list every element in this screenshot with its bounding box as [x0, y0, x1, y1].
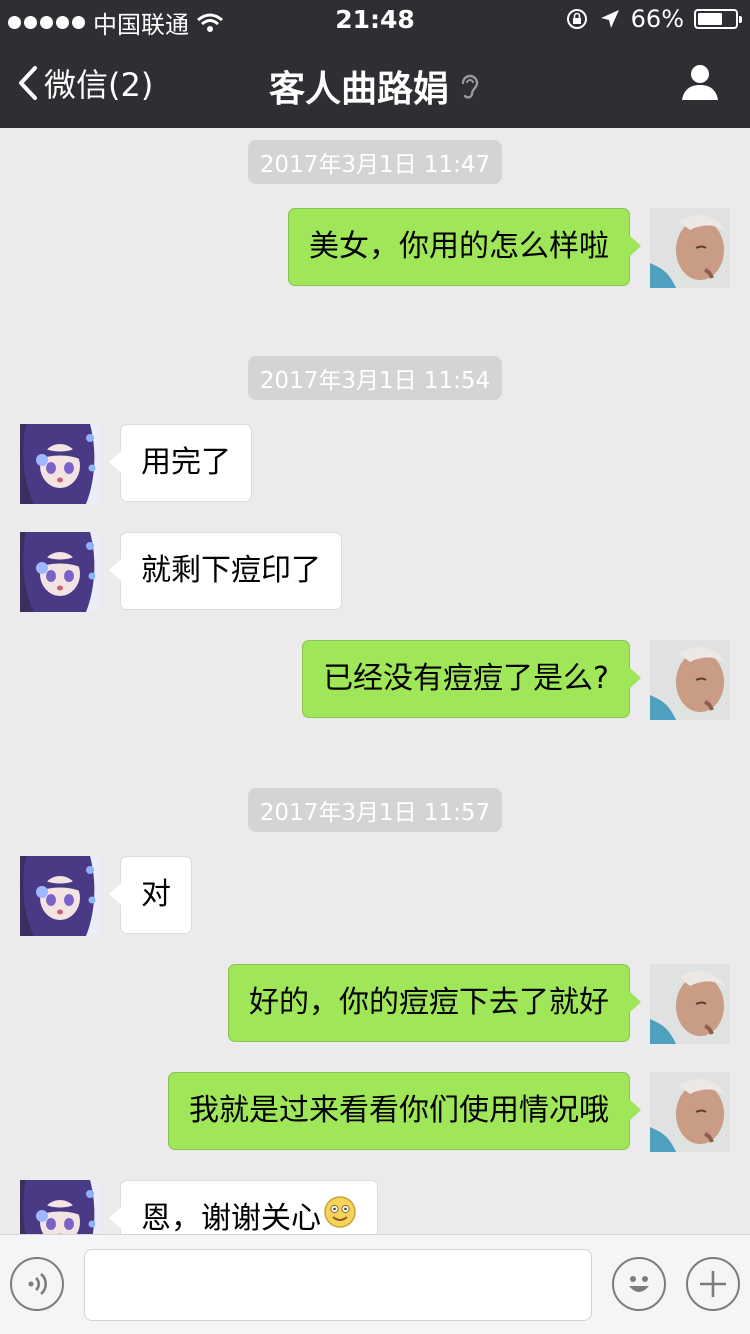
nav-bar: 微信(2) 客人曲路娟: [0, 40, 750, 128]
sent-message-bubble[interactable]: 已经没有痘痘了是么?: [302, 640, 641, 718]
battery-icon: [694, 9, 742, 29]
contact-avatar[interactable]: [20, 856, 100, 936]
chat-title: 客人曲路娟: [268, 69, 449, 110]
message-text: 已经没有痘痘了是么?: [323, 661, 609, 696]
ear-icon: [461, 74, 479, 99]
more-button[interactable]: [686, 1257, 740, 1311]
contact-avatar[interactable]: [20, 532, 100, 612]
message-text: 我就是过来看看你们使用情况哦: [189, 1093, 609, 1128]
message-input[interactable]: [84, 1249, 592, 1321]
input-bar: [0, 1234, 750, 1334]
message-text: 好的，你的痘痘下去了就好: [249, 985, 609, 1020]
my-avatar[interactable]: [650, 964, 730, 1044]
received-message-bubble[interactable]: 对: [109, 856, 192, 934]
timestamp: 2017年3月1日 11:57: [0, 788, 750, 832]
timestamp: 2017年3月1日 11:54: [0, 356, 750, 400]
battery-percent: 66%: [630, 5, 684, 33]
profile-button[interactable]: [680, 62, 720, 106]
my-avatar[interactable]: [650, 1072, 730, 1152]
voice-button[interactable]: [10, 1257, 64, 1311]
message-text: 美女，你用的怎么样啦: [309, 229, 609, 264]
message-text: 对: [141, 877, 171, 912]
person-icon: [682, 65, 718, 100]
plus-icon: [700, 1271, 726, 1297]
sent-message-bubble[interactable]: 我就是过来看看你们使用情况哦: [168, 1072, 641, 1150]
timestamp-label: 2017年3月1日 11:54: [247, 356, 503, 400]
chat-area[interactable]: 2017年3月1日 11:47 美女，你用的怎么样啦 2017年3月1日 11:54…: [0, 128, 750, 1260]
timestamp-label: 2017年3月1日 11:57: [247, 788, 503, 832]
message-text: 恩，谢谢关心: [141, 1201, 321, 1236]
received-message-bubble[interactable]: 用完了: [109, 424, 252, 502]
voice-icon: [28, 1273, 47, 1295]
location-icon: [600, 10, 619, 28]
message-text: 用完了: [141, 445, 231, 480]
rotation-lock-icon: [566, 9, 587, 29]
received-message-bubble[interactable]: 就剩下痘印了: [109, 532, 342, 610]
sent-message-bubble[interactable]: 美女，你用的怎么样啦: [288, 208, 641, 286]
contact-avatar[interactable]: [20, 424, 100, 504]
my-avatar[interactable]: [650, 640, 730, 720]
emoji-icon: [629, 1276, 649, 1292]
my-avatar[interactable]: [650, 208, 730, 288]
timestamp: 2017年3月1日 11:47: [0, 140, 750, 184]
message-text: 就剩下痘印了: [141, 553, 321, 588]
chat-title-area: 客人曲路娟: [0, 60, 750, 112]
timestamp-label: 2017年3月1日 11:47: [247, 140, 503, 184]
emoji-button[interactable]: [612, 1257, 666, 1311]
status-right: 66%: [565, 5, 742, 33]
status-bar: 中国联通 21:48 66%: [0, 0, 750, 40]
sent-message-bubble[interactable]: 好的，你的痘痘下去了就好: [228, 964, 641, 1042]
